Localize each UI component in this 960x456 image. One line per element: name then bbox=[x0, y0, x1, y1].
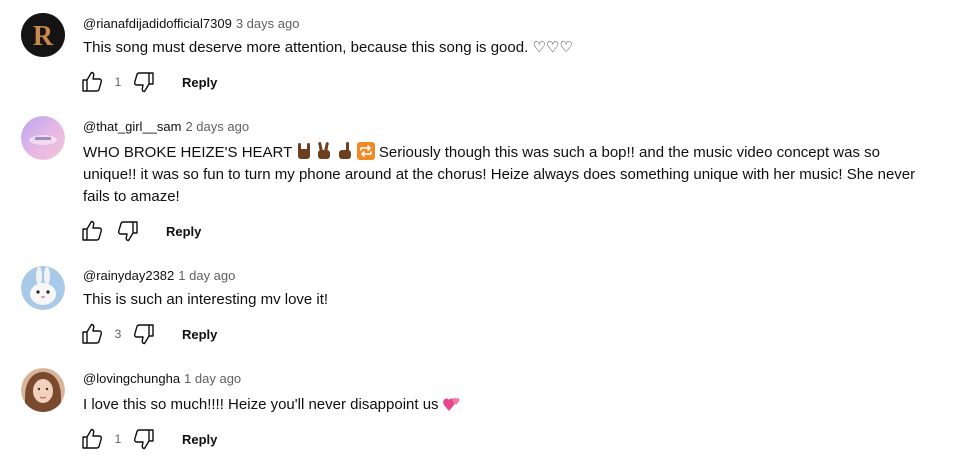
comment-timestamp[interactable]: 1 day ago bbox=[178, 268, 235, 283]
reply-button[interactable]: Reply bbox=[182, 432, 217, 447]
comment-text: This song must deserve more attention, b… bbox=[83, 39, 573, 56]
thumbs-up-icon[interactable] bbox=[80, 70, 104, 94]
comment-text: I love this so much!!!! Heize you'll nev… bbox=[83, 394, 923, 416]
comment-timestamp[interactable]: 2 days ago bbox=[185, 119, 249, 134]
thumbs-down-icon[interactable] bbox=[132, 427, 156, 451]
avatar-portrait-icon bbox=[21, 368, 65, 412]
avatar[interactable] bbox=[21, 368, 65, 412]
comment-text-body: I love this so much!!!! Heize you'll nev… bbox=[83, 396, 439, 413]
avatar-rabbit-icon bbox=[21, 266, 65, 310]
comment-timestamp[interactable]: 3 days ago bbox=[236, 16, 300, 31]
two-hearts-emoji-icon bbox=[442, 397, 460, 411]
comment-text: This is such an interesting mv love it! bbox=[83, 291, 329, 308]
comment-timestamp[interactable]: 1 day ago bbox=[184, 371, 241, 386]
thumbs-up-icon[interactable] bbox=[80, 427, 104, 451]
reply-button[interactable]: Reply bbox=[182, 75, 217, 90]
comment-author[interactable]: @that_girl__sam bbox=[83, 119, 181, 134]
reply-button[interactable]: Reply bbox=[182, 327, 217, 342]
thumbs-down-icon[interactable] bbox=[132, 322, 156, 346]
thumbs-down-icon[interactable] bbox=[116, 219, 140, 243]
comment-author[interactable]: @lovingchungha bbox=[83, 371, 180, 386]
avatar-r-logo-icon: R bbox=[21, 13, 65, 57]
repeat-button-emoji-icon bbox=[356, 142, 375, 160]
like-count: 1 bbox=[114, 75, 122, 89]
thumbs-up-icon[interactable] bbox=[80, 219, 104, 243]
comment-author[interactable]: @rainyday2382 bbox=[83, 268, 174, 283]
reply-button[interactable]: Reply bbox=[166, 224, 201, 239]
thumbs-down-icon[interactable] bbox=[132, 70, 156, 94]
comment-text-start: WHO BROKE HEIZE'S HEART bbox=[83, 144, 293, 161]
pointing-hand-emoji-icon bbox=[338, 142, 351, 159]
thumbs-up-icon[interactable] bbox=[80, 322, 104, 346]
avatar-pastel-sky-icon bbox=[21, 116, 65, 160]
svg-text:R: R bbox=[33, 21, 54, 52]
victory-hand-emoji-icon bbox=[318, 142, 331, 159]
comment-author[interactable]: @rianafdijadidofficial7309 bbox=[83, 16, 232, 31]
avatar[interactable] bbox=[21, 266, 65, 310]
avatar[interactable]: R bbox=[21, 13, 65, 57]
like-count: 3 bbox=[114, 327, 122, 341]
like-count: 1 bbox=[114, 432, 122, 446]
comment-text: WHO BROKE HEIZE'S HEART Seriously though… bbox=[83, 142, 923, 208]
avatar[interactable] bbox=[21, 116, 65, 160]
rock-hand-emoji-icon bbox=[298, 143, 311, 159]
